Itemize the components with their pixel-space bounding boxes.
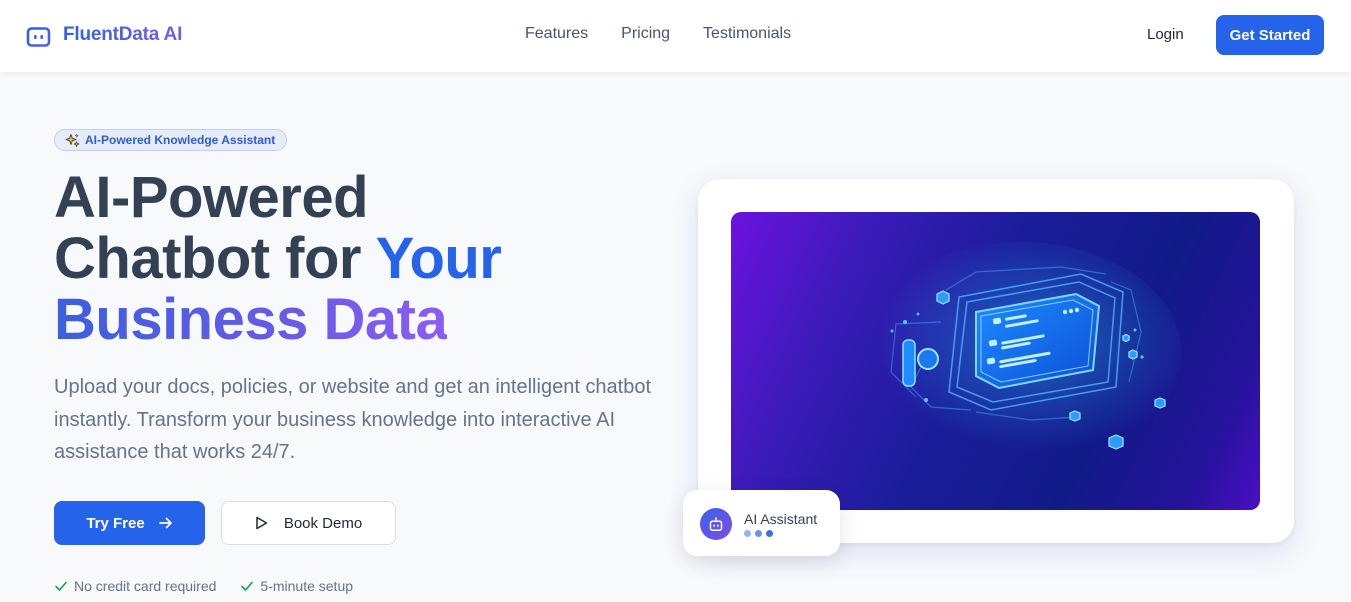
brand-name: FluentData AI <box>63 24 183 45</box>
assistant-label: AI Assistant <box>744 511 818 527</box>
check-label: 5-minute setup <box>260 578 354 594</box>
sparkle-icon <box>65 132 80 147</box>
robot-icon <box>24 21 53 47</box>
hero-title: AI-Powered Chatbot for Your Business Dat… <box>54 167 674 350</box>
book-demo-button[interactable]: Book Demo <box>221 501 396 545</box>
book-demo-label: Book Demo <box>283 514 363 532</box>
checkmark-icon <box>241 581 254 591</box>
nav-link-testimonials[interactable]: Testimonials <box>703 25 791 43</box>
check-item-setup: 5-minute setup <box>240 578 353 594</box>
title-accent-word: Your <box>375 226 502 291</box>
badge-label: AI-Powered Knowledge Assistant <box>85 133 276 147</box>
title-line-1: AI-Powered <box>54 165 369 230</box>
robot-icon <box>709 516 723 531</box>
get-started-button[interactable]: Get Started <box>1216 15 1324 55</box>
assistant-avatar <box>700 508 732 540</box>
typing-dot <box>744 530 751 537</box>
brand-logo[interactable]: FluentData AI <box>24 21 182 49</box>
check-item-no-card: No credit card required <box>54 578 216 594</box>
hologram-chat-graphic <box>861 242 1181 462</box>
title-line-2: Chatbot for <box>54 226 376 291</box>
hero-checklist: No credit card required 5-minute setup <box>54 578 353 594</box>
check-label: No credit card required <box>74 578 217 594</box>
nav-link-pricing[interactable]: Pricing <box>621 25 670 43</box>
site-header: FluentData AI Features Pricing Testimoni… <box>0 0 1351 72</box>
typing-dot <box>766 530 773 537</box>
hero-badge: AI-Powered Knowledge Assistant <box>54 129 288 151</box>
hero-subtitle: Upload your docs, policies, or website a… <box>54 376 652 463</box>
checkmark-icon <box>55 581 67 591</box>
login-link[interactable]: Login <box>1147 26 1184 43</box>
nav-link-features[interactable]: Features <box>525 25 588 43</box>
ai-chat-illustration <box>731 212 1260 510</box>
typing-indicator <box>744 530 773 537</box>
try-free-button[interactable]: Try Free <box>54 501 205 545</box>
arrow-right-icon <box>158 517 172 529</box>
title-line-3: Business Data <box>54 287 448 352</box>
play-icon <box>256 516 268 530</box>
typing-dot <box>755 530 762 537</box>
ai-assistant-chip[interactable]: AI Assistant <box>683 490 840 556</box>
try-free-label: Try Free <box>86 514 145 532</box>
main-nav: Features Pricing Testimonials <box>525 25 791 43</box>
